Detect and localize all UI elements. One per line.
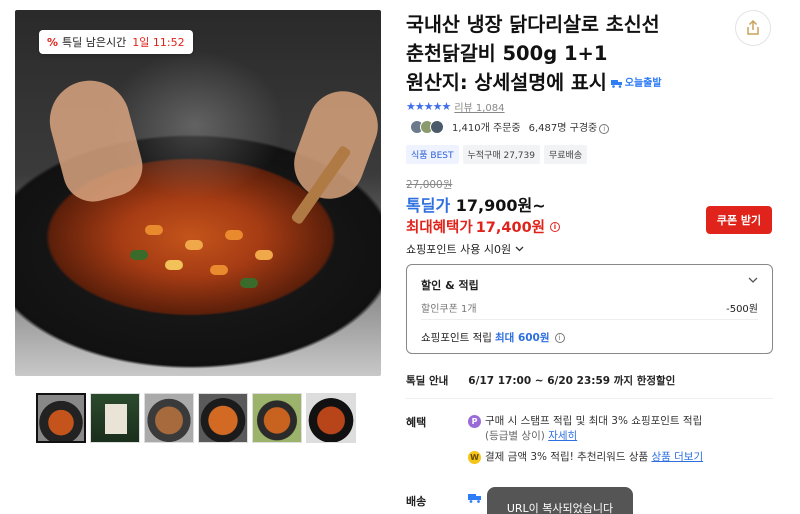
truck-icon [610,80,622,88]
title-line-1: 국내산 냉장 닭다리살로 초신선 [406,13,660,36]
timer-label: 특딜 남은시간 [62,36,127,49]
order-stats-row: 1,410개 주문중 6,487명 구경중 i [410,119,610,134]
details-link[interactable]: 자세히 [548,430,577,442]
order-count: 1,410개 주문중 [452,123,521,134]
buyer-avatars [410,119,444,134]
benefit-item-stamp: P 구매 시 스탬프 적립 및 최대 3% 쇼핑포인트 적립 (등급별 상이) … [468,414,768,444]
more-products-link[interactable]: 상품 더보기 [651,451,703,463]
deal-info-label: 톡딜 안내 [406,375,449,387]
benefits-label: 혜택 [406,416,427,429]
thumbnail-1[interactable] [36,393,86,443]
share-button[interactable] [735,10,771,46]
viewer-count: 6,487명 구경중 i [529,119,610,134]
points-use-toggle[interactable]: 쇼핑포인트 사용 시0원 [406,241,524,257]
discount-box-title: 할인 & 적립 [421,279,479,292]
product-main-image[interactable]: % 특딜 남은시간 1일 11:52 [15,10,381,376]
reward-coin-icon: W [468,451,481,464]
rating-row: ★★★★★ 리뷰 1,084 [406,99,505,114]
coupon-count-label: 할인쿠폰 1개 [421,304,477,315]
star-rating-icon: ★★★★★ [406,100,451,113]
info-icon[interactable]: i [599,124,610,134]
chevron-down-icon[interactable] [748,275,758,286]
share-icon [747,20,759,35]
shipping-label: 배송 [406,495,427,508]
review-link[interactable]: 리뷰 1,084 [454,99,504,114]
chevron-down-icon [515,246,524,252]
today-shipping-badge: 오늘출발 [610,69,662,98]
url-copied-toast: URL이 복사되었습니다 [487,487,633,514]
divider [406,398,773,399]
thumbnail-strip [36,393,356,443]
divider [421,319,758,320]
title-line-2: 춘천닭갈비 500g 1+1 [406,42,608,65]
percent-icon: % [47,35,59,49]
discount-and-points-box[interactable]: 할인 & 적립 할인쿠폰 1개 -500원 쇼핑포인트 적립 최대 600원 i [406,264,773,354]
truck-icon [468,494,481,503]
tag-free-shipping: 무료배송 [543,145,588,164]
thumbnail-2[interactable] [90,393,140,443]
info-icon[interactable]: i [550,221,560,232]
get-coupon-button[interactable]: 쿠폰 받기 [706,206,772,234]
max-benefit-price: 최대혜택가 17,400원 i [406,216,560,237]
hand-decoration [284,81,381,209]
thumbnail-5[interactable] [252,393,302,443]
deal-info-row: 톡딜 안내 6/17 17:00 ~ 6/20 23:59 까지 한정할인 [406,373,675,388]
product-title: 국내산 냉장 닭다리살로 초신선 춘천닭갈비 500g 1+1 원산지: 상세설… [406,10,724,98]
thumbnail-4[interactable] [198,393,248,443]
deal-timer-badge: % 특딜 남은시간 1일 11:52 [39,30,193,54]
product-tags: 식품 BEST 누적구매 27,739 무료배송 [406,145,588,164]
original-price: 27,000원 [406,179,453,191]
coupon-discount-value: -500원 [726,304,758,315]
deal-price: 톡딜가 17,900원~ [406,196,546,215]
point-coin-icon: P [468,415,481,428]
benefit-item-reward: W 결제 금액 3% 적립! 추천리워드 상품 상품 더보기 [468,450,768,465]
timer-value: 1일 11:52 [132,36,185,49]
thumbnail-3[interactable] [144,393,194,443]
tag-food-best[interactable]: 식품 BEST [406,145,459,164]
deal-info-period: 6/17 17:00 ~ 6/20 23:59 까지 한정할인 [468,375,676,387]
title-line-3: 원산지: 상세설명에 표시 오늘출발 [406,68,724,98]
thumbnail-6[interactable] [306,393,356,443]
tag-cumulative-purchase: 누적구매 27,739 [462,145,540,164]
points-earn-row: 쇼핑포인트 적립 최대 600원 i [421,330,565,345]
info-icon[interactable]: i [554,332,565,343]
